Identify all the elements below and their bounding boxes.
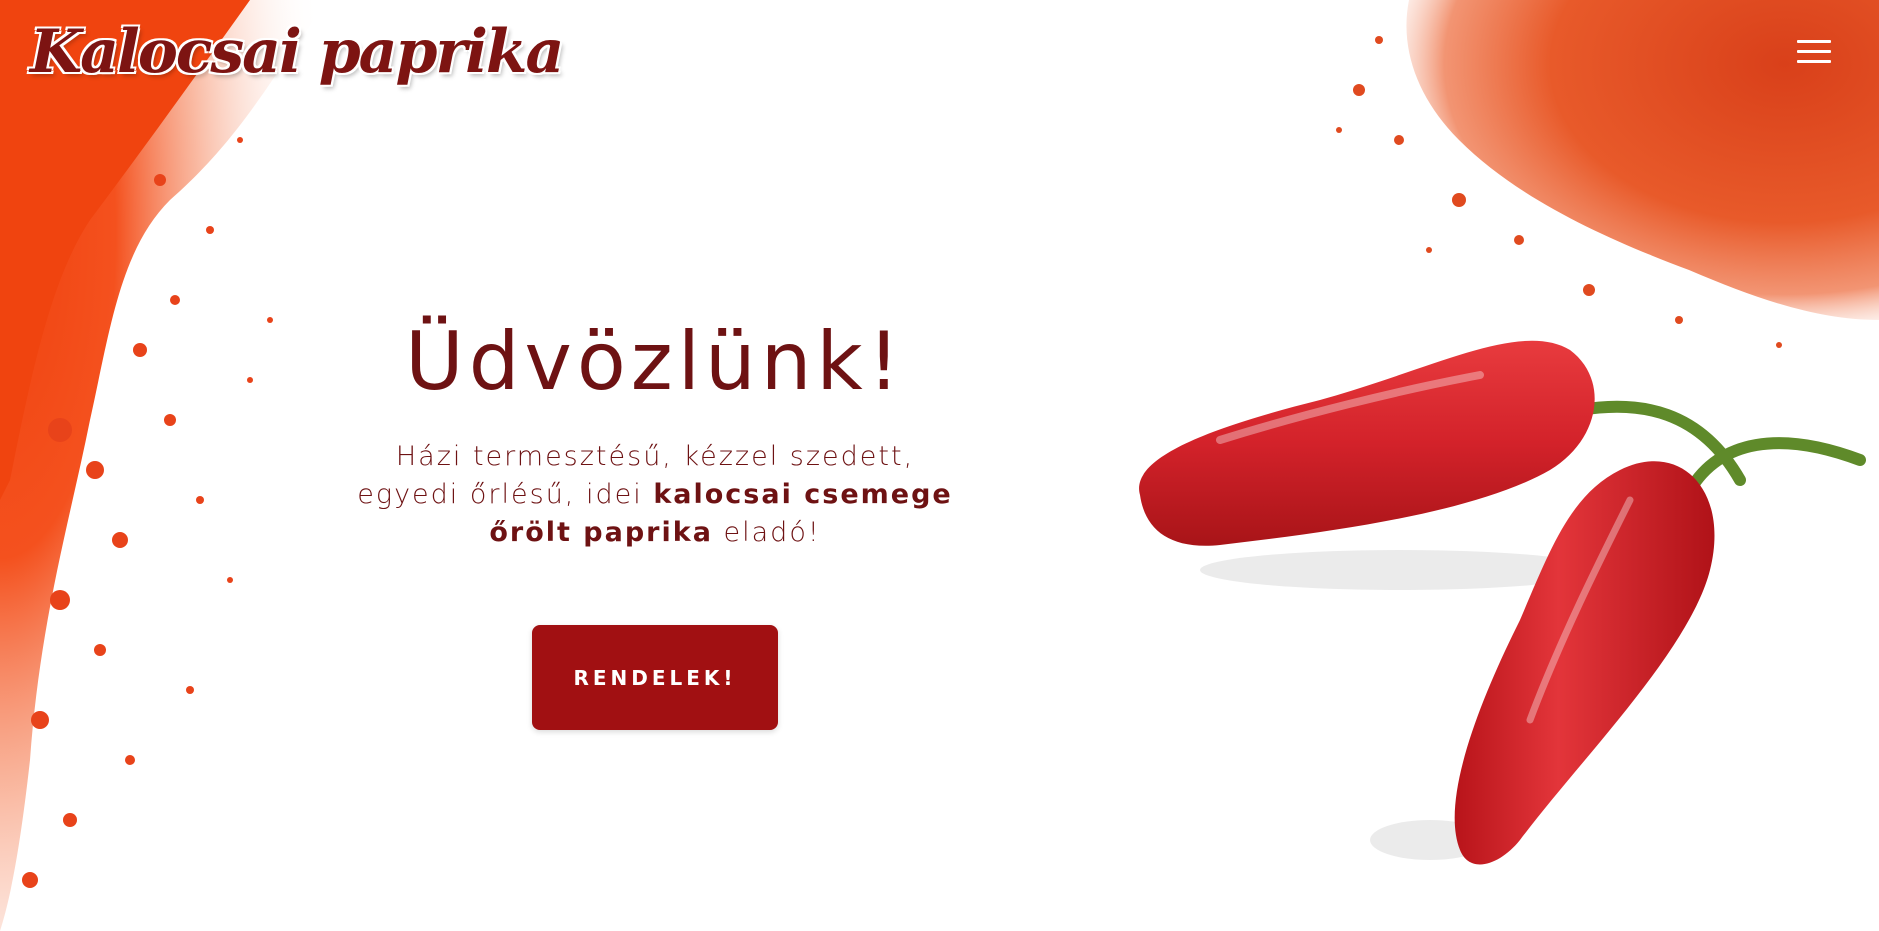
hero-lead-text: Házi termesztésű, kézzel szedett, egyedi… (355, 438, 955, 552)
paprika-powder-pile-image (1336, 0, 1879, 348)
menu-bar (1797, 60, 1831, 63)
lead-text-part2: eladó! (712, 517, 821, 548)
site-logo[interactable]: Kalocsai paprika (30, 22, 564, 82)
menu-bar (1797, 50, 1831, 53)
hero-section: Üdvözlünk! Házi termesztésű, kézzel szed… (330, 318, 980, 552)
page-title: Üdvözlünk! (405, 315, 905, 408)
red-peppers-image (1139, 340, 1866, 865)
order-button[interactable]: RENDELEK! (532, 625, 778, 730)
hamburger-menu-icon[interactable] (1797, 38, 1831, 66)
menu-bar (1797, 40, 1831, 43)
